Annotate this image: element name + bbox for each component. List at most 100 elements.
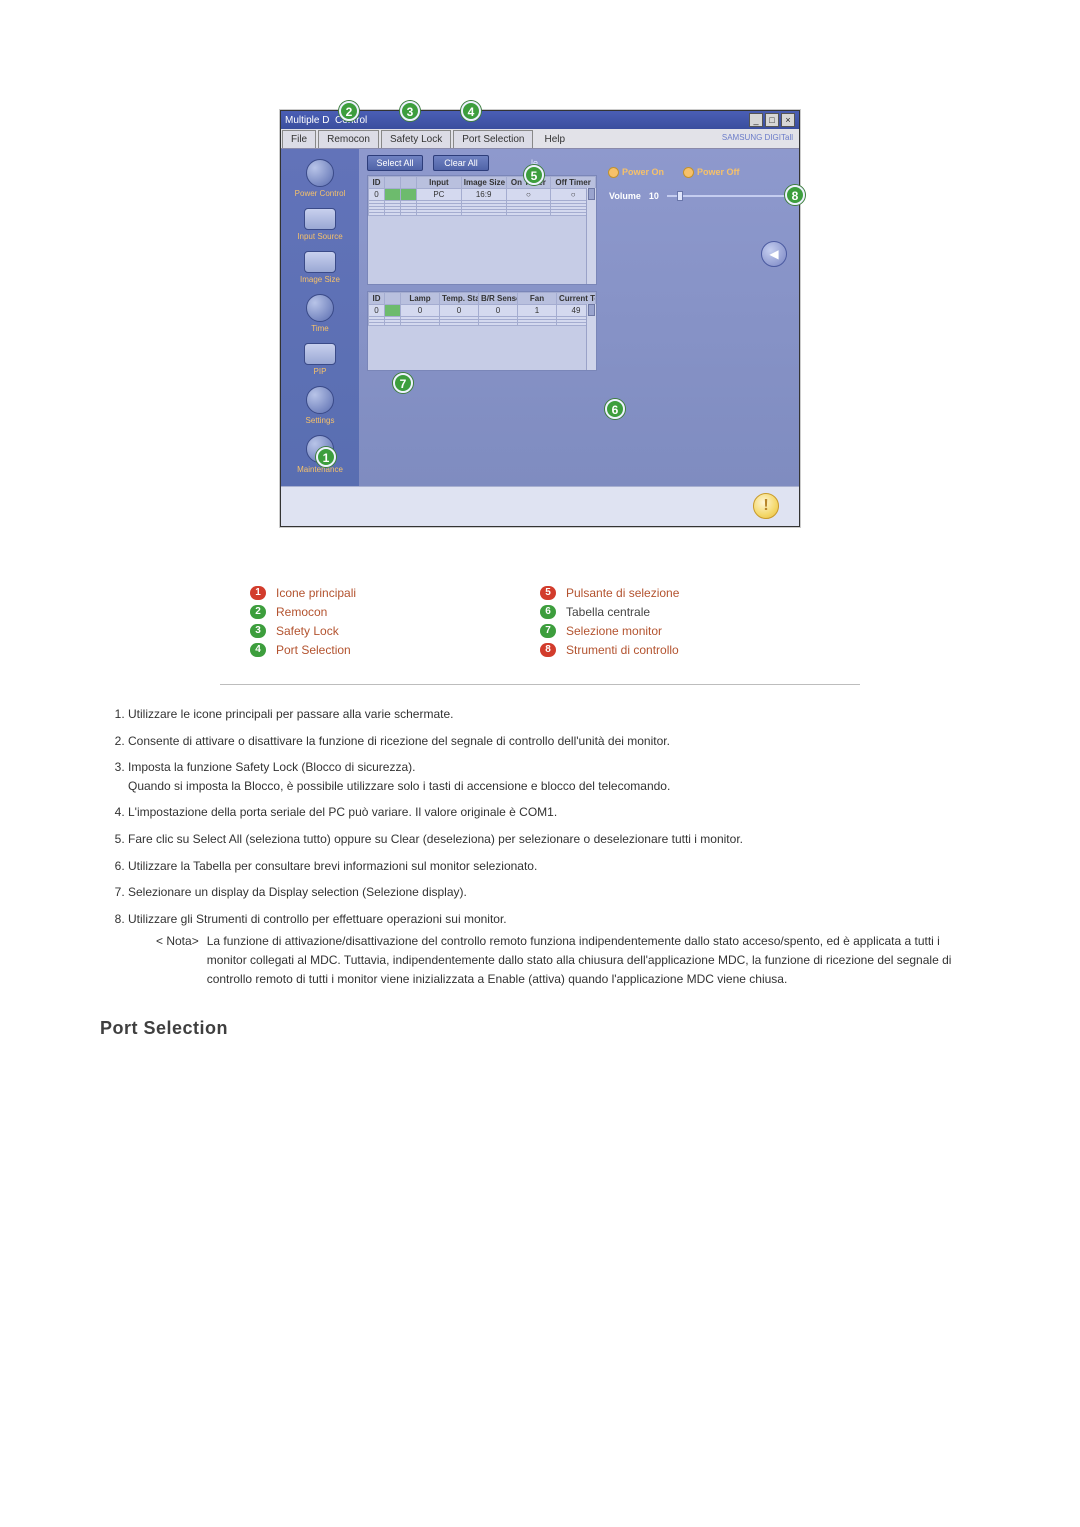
explanation-list: Utilizzare le icone principali per passa… <box>100 705 980 988</box>
brand-label: SAMSUNG DIGITall <box>722 129 799 148</box>
callout-2: 2 <box>339 101 359 121</box>
table-row[interactable] <box>369 323 596 326</box>
main-area: Select All Clear All le ID Input Ima <box>359 149 799 486</box>
table-row[interactable] <box>369 213 596 216</box>
note-text: La funzione di attivazione/disattivazion… <box>207 932 980 988</box>
legend-item-2: 2 Remocon <box>250 605 540 619</box>
callout-7: 7 <box>393 373 413 393</box>
menu-safety-lock[interactable]: Safety Lock <box>381 130 451 148</box>
section-heading-port-selection: Port Selection <box>100 1018 980 1039</box>
list-item: Utilizzare gli Strumenti di controllo pe… <box>128 910 980 988</box>
legend-item-4: 4 Port Selection <box>250 643 540 657</box>
sidebar-item-input-source[interactable]: Input Source <box>281 204 359 247</box>
sidebar-label: Time <box>281 324 359 333</box>
table-row[interactable]: 0 PC 16:9 ○ ○ <box>369 189 596 201</box>
legend-item-6: 6 Tabella centrale <box>540 605 830 619</box>
alert-icon[interactable]: ! <box>753 493 779 519</box>
legend: 1 Icone principali 2 Remocon 3 Safety Lo… <box>220 577 860 685</box>
sidebar-item-pip[interactable]: PIP <box>281 339 359 382</box>
slider-thumb[interactable] <box>677 191 683 201</box>
sidebar-label: Image Size <box>281 275 359 284</box>
list-item: Fare clic su Select All (seleziona tutto… <box>128 830 980 849</box>
legend-badge: 4 <box>250 643 266 657</box>
table-header-row: ID Lamp Temp. Status B/R Sensor Fan Curr… <box>369 293 596 305</box>
legend-text: Selezione monitor <box>566 624 662 638</box>
callout-8: 8 <box>785 185 805 205</box>
list-item: L'impostazione della porta seriale del P… <box>128 803 980 822</box>
sidebar-item-settings[interactable]: Settings <box>281 382 359 431</box>
table-header-row: ID Input Image Size On Timer Off Timer <box>369 177 596 189</box>
scroll-thumb[interactable] <box>588 304 595 316</box>
power-icon <box>306 159 334 187</box>
legend-text: Port Selection <box>276 643 351 657</box>
note-tag: < Nota> <box>156 932 199 988</box>
legend-item-1: 1 Icone principali <box>250 586 540 600</box>
sidebar-label: PIP <box>281 367 359 376</box>
menu-remocon[interactable]: Remocon <box>318 130 379 148</box>
window-close-button[interactable]: × <box>781 113 795 127</box>
legend-badge: 8 <box>540 643 556 657</box>
select-all-button[interactable]: Select All <box>367 155 423 171</box>
legend-badge: 7 <box>540 624 556 638</box>
legend-item-3: 3 Safety Lock <box>250 624 540 638</box>
legend-badge: 2 <box>250 605 266 619</box>
volume-slider[interactable] <box>667 195 789 197</box>
scrollbar-vertical[interactable] <box>586 304 596 370</box>
image-size-icon <box>304 251 336 273</box>
speaker-icon[interactable]: ◀ <box>761 241 787 267</box>
menubar: File Remocon Safety Lock Port Selection … <box>281 129 799 149</box>
scrollbar-vertical[interactable] <box>586 188 596 284</box>
clock-icon <box>306 294 334 322</box>
callout-5: 5 <box>524 165 544 185</box>
list-item: Imposta la funzione Safety Lock (Blocco … <box>128 758 980 795</box>
legend-badge: 5 <box>540 586 556 600</box>
separator <box>220 684 860 685</box>
legend-item-7: 7 Selezione monitor <box>540 624 830 638</box>
sidebar-item-power-control[interactable]: Power Control <box>281 155 359 204</box>
sidebar-label: Power Control <box>281 189 359 198</box>
power-on-button[interactable]: Power On <box>609 167 664 177</box>
table-row[interactable]: 0 0 0 0 1 49 <box>369 305 596 317</box>
menu-port-selection[interactable]: Port Selection <box>453 130 533 148</box>
legend-badge: 1 <box>250 586 266 600</box>
window-titlebar: Multiple D..Control _ □ × <box>281 111 799 129</box>
legend-text: Tabella centrale <box>566 605 650 619</box>
legend-text: Strumenti di controllo <box>566 643 679 657</box>
window-minimize-button[interactable]: _ <box>749 113 763 127</box>
callout-3: 3 <box>400 101 420 121</box>
volume-label: Volume <box>609 191 641 201</box>
sidebar-label: Input Source <box>281 232 359 241</box>
scroll-thumb[interactable] <box>588 188 595 200</box>
clear-all-button[interactable]: Clear All <box>433 155 489 171</box>
legend-text: Safety Lock <box>276 624 339 638</box>
pip-icon <box>304 343 336 365</box>
legend-text: Icone principali <box>276 586 356 600</box>
sidebar-item-time[interactable]: Time <box>281 290 359 339</box>
app-window: 2 3 4 5 8 6 7 1 Multiple D..Control _ □ … <box>280 110 800 527</box>
legend-text: Pulsante di selezione <box>566 586 679 600</box>
list-item: Consente di attivare o disattivare la fu… <box>128 732 980 751</box>
legend-badge: 6 <box>540 605 556 619</box>
volume-value: 10 <box>649 191 659 201</box>
monitor-table-bottom: ID Lamp Temp. Status B/R Sensor Fan Curr… <box>367 291 597 371</box>
window-maximize-button[interactable]: □ <box>765 113 779 127</box>
control-panel: Power On Power Off Volume 10 <box>609 167 789 201</box>
power-off-button[interactable]: Power Off <box>684 167 740 177</box>
legend-item-8: 8 Strumenti di controllo <box>540 643 830 657</box>
legend-badge: 3 <box>250 624 266 638</box>
sidebar-label: Settings <box>281 416 359 425</box>
footer-bar: ! <box>281 486 799 526</box>
gear-icon <box>306 386 334 414</box>
legend-text: Remocon <box>276 605 327 619</box>
menu-file[interactable]: File <box>282 130 316 148</box>
list-item: Utilizzare le icone principali per passa… <box>128 705 980 724</box>
sidebar-item-image-size[interactable]: Image Size <box>281 247 359 290</box>
monitor-table-top: ID Input Image Size On Timer Off Timer 0 <box>367 175 597 285</box>
callout-6: 6 <box>605 399 625 419</box>
radio-dot-icon <box>684 168 693 177</box>
sidebar: Power Control Input Source Image Size Ti… <box>281 149 359 486</box>
legend-item-5: 5 Pulsante di selezione <box>540 586 830 600</box>
sidebar-label: Maintenance <box>281 465 359 474</box>
menu-help[interactable]: Help <box>535 130 574 148</box>
callout-4: 4 <box>461 101 481 121</box>
